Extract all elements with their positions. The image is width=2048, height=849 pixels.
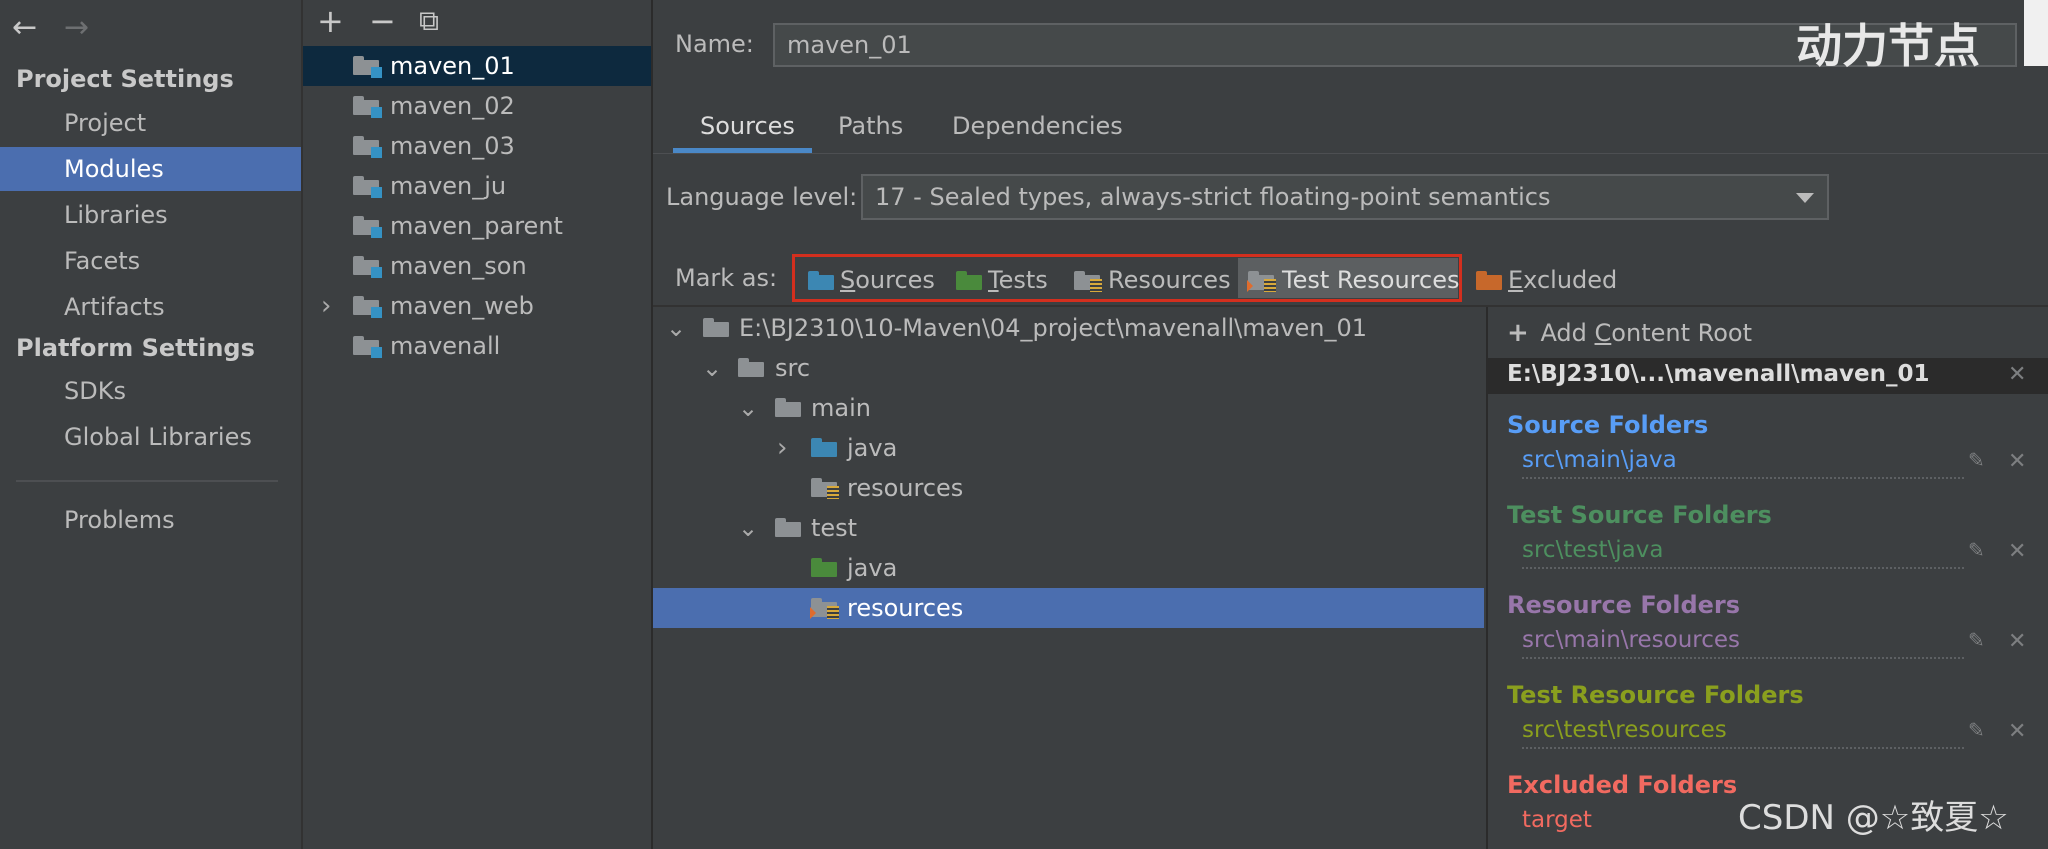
module-item-maven-02[interactable]: maven_02	[303, 86, 651, 126]
remove-folder-icon[interactable]: ✕	[2008, 629, 2026, 654]
module-folder-icon	[353, 216, 382, 238]
module-folder-icon	[353, 336, 382, 358]
tree-row-main-java[interactable]: › java	[653, 428, 1484, 468]
tree-row-src[interactable]: ⌄ src	[653, 348, 1484, 388]
plus-icon: +	[1507, 318, 1529, 348]
watermark-bottom-right: CSDN @☆致夏☆	[1738, 798, 2009, 838]
project-settings-header: Project Settings	[16, 65, 234, 93]
tab-sources[interactable]: Sources	[700, 112, 795, 140]
excluded-folder-path: target	[1522, 807, 1592, 833]
test-source-folder-path: src\test\java	[1522, 537, 1664, 563]
resources-folder-icon	[1074, 271, 1102, 292]
tree-row-main[interactable]: ⌄ main	[653, 388, 1484, 428]
tree-row-test[interactable]: ⌄ test	[653, 508, 1484, 548]
tabs-divider	[653, 153, 2048, 154]
add-module-icon[interactable]: +	[317, 2, 344, 40]
module-folder-icon	[353, 296, 382, 318]
resource-folder-path: src\main\resources	[1522, 627, 1741, 653]
remove-folder-icon[interactable]: ✕	[2008, 539, 2026, 564]
settings-nav: ← → Project Settings Project Modules Lib…	[0, 0, 303, 849]
platform-settings-header: Platform Settings	[16, 334, 255, 362]
watermark-logo-fragment	[2024, 0, 2048, 66]
source-folder-path: src\main\java	[1522, 447, 1677, 473]
tree-row-root[interactable]: ⌄ E:\BJ2310\10-Maven\04_project\mavenall…	[653, 308, 1484, 348]
source-folder-icon	[811, 438, 837, 457]
copy-module-icon[interactable]: ⧉	[419, 4, 439, 38]
resources-folder-icon	[811, 478, 839, 499]
watermark-top-right: 动力节点	[1796, 19, 1980, 73]
source-folders-title: Source Folders	[1507, 411, 1709, 439]
source-folder-icon	[808, 271, 834, 290]
dotted-separator	[1522, 477, 1964, 479]
tree-row-main-resources[interactable]: resources	[653, 468, 1484, 508]
chevron-down-icon[interactable]: ⌄	[738, 388, 758, 428]
remove-folder-icon[interactable]: ✕	[2008, 449, 2026, 474]
chevron-down-icon[interactable]: ⌄	[738, 508, 758, 548]
edit-pencil-icon[interactable]: ✎	[1968, 718, 1985, 742]
folder-icon	[738, 358, 764, 377]
dotted-separator	[1522, 747, 1964, 749]
edit-pencil-icon[interactable]: ✎	[1968, 448, 1985, 472]
edit-pencil-icon[interactable]: ✎	[1968, 538, 1985, 562]
excluded-folder-icon	[1476, 271, 1502, 290]
test-folder-icon	[956, 271, 982, 290]
test-resource-folders-title: Test Resource Folders	[1507, 681, 1804, 709]
nav-item-modules[interactable]: Modules	[0, 147, 301, 191]
modules-pane: + − ⧉ maven_01 maven_02 maven_03 maven_j…	[303, 0, 653, 849]
nav-item-libraries[interactable]: Libraries	[0, 193, 301, 237]
tree-row-test-java[interactable]: java	[653, 548, 1484, 588]
folder-icon	[775, 518, 801, 537]
excluded-folders-title: Excluded Folders	[1507, 771, 1738, 799]
remove-module-icon[interactable]: −	[369, 2, 396, 40]
module-item-maven-ju[interactable]: maven_ju	[303, 166, 651, 206]
chevron-right-icon[interactable]: ›	[321, 286, 331, 326]
tree-row-test-resources[interactable]: resources	[653, 588, 1484, 628]
tab-dependencies[interactable]: Dependencies	[952, 112, 1123, 140]
chevron-down-icon[interactable]: ⌄	[702, 348, 722, 388]
test-resources-folder-icon	[1247, 271, 1276, 292]
nav-item-problems[interactable]: Problems	[0, 498, 301, 542]
nav-item-global-libraries[interactable]: Global Libraries	[0, 415, 301, 459]
nav-item-facets[interactable]: Facets	[0, 239, 301, 283]
nav-item-artifacts[interactable]: Artifacts	[0, 285, 301, 329]
folder-icon	[775, 398, 801, 417]
module-folder-icon	[353, 96, 382, 118]
module-item-maven-son[interactable]: maven_son	[303, 246, 651, 286]
module-item-maven-03[interactable]: maven_03	[303, 126, 651, 166]
tab-paths[interactable]: Paths	[838, 112, 903, 140]
dotted-separator	[1522, 567, 1964, 569]
resource-folders-title: Resource Folders	[1507, 591, 1741, 619]
nav-divider	[16, 480, 278, 482]
module-folder-icon	[353, 136, 382, 158]
test-resource-folder-path: src\test\resources	[1522, 717, 1727, 743]
language-level-label: Language level:	[666, 183, 858, 211]
chevron-right-icon[interactable]: ›	[777, 428, 787, 468]
module-item-maven-01[interactable]: maven_01	[303, 46, 651, 86]
forward-arrow-icon: →	[64, 10, 90, 45]
module-item-mavenall[interactable]: mavenall	[303, 326, 651, 366]
language-level-select[interactable]: 17 - Sealed types, always-strict floatin…	[861, 174, 1829, 220]
remove-content-root-icon[interactable]: ✕	[2008, 362, 2026, 387]
test-resources-folder-icon	[810, 598, 839, 619]
test-source-folders-title: Test Source Folders	[1507, 501, 1772, 529]
module-item-maven-parent[interactable]: maven_parent	[303, 206, 651, 246]
folder-icon	[703, 318, 729, 337]
edit-pencil-icon[interactable]: ✎	[1968, 628, 1985, 652]
nav-item-sdks[interactable]: SDKs	[0, 369, 301, 413]
mark-as-label: Mark as:	[675, 264, 778, 292]
module-folder-icon	[353, 176, 382, 198]
module-folder-icon	[353, 256, 382, 278]
back-arrow-icon[interactable]: ←	[12, 10, 37, 45]
chevron-down-icon[interactable]: ⌄	[666, 308, 686, 348]
test-folder-icon	[811, 558, 837, 577]
remove-folder-icon[interactable]: ✕	[2008, 719, 2026, 744]
module-item-maven-web[interactable]: › maven_web	[303, 286, 651, 326]
dotted-separator	[1522, 657, 1964, 659]
add-content-root-button[interactable]: + Add Content Root	[1507, 318, 1752, 348]
content-root-path: E:\BJ2310\...\mavenall\maven_01	[1507, 361, 1930, 387]
dropdown-arrow-icon[interactable]	[1796, 193, 1814, 203]
module-folder-icon	[353, 56, 382, 78]
nav-item-project[interactable]: Project	[0, 101, 301, 145]
name-label: Name:	[675, 30, 754, 58]
